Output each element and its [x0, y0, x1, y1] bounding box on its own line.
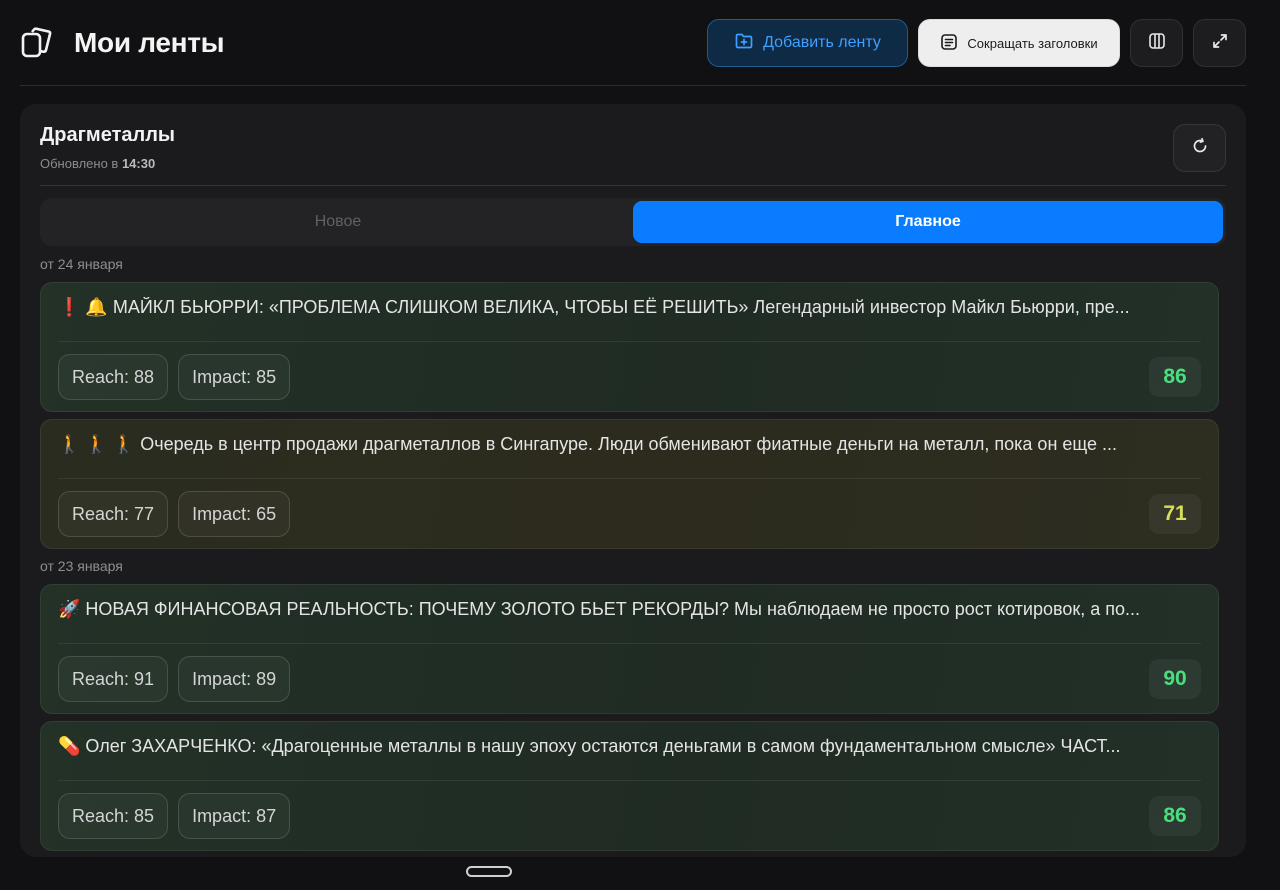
- updated-at: Обновлено в 14:30: [40, 156, 1226, 171]
- news-card[interactable]: 🚶 🚶 🚶 Очередь в центр продажи драгметалл…: [40, 419, 1219, 549]
- reach-chip: Reach: 91: [58, 656, 169, 702]
- refresh-icon: [1191, 137, 1209, 160]
- card-metrics: Reach: 77 Impact: 65: [58, 491, 291, 537]
- reach-chip: Reach: 85: [58, 793, 169, 839]
- feed-panel: Драгметаллы Обновлено в 14:30 Новое Глав…: [20, 104, 1246, 857]
- columns-icon: [1148, 32, 1166, 55]
- score-badge: 90: [1149, 659, 1201, 699]
- score-badge: 86: [1149, 796, 1201, 836]
- refresh-button[interactable]: [1173, 124, 1226, 172]
- reach-chip: Reach: 77: [58, 491, 169, 537]
- news-card[interactable]: 💊 Олег ЗАХАРЧЕНКО: «Драгоценные металлы …: [40, 721, 1219, 851]
- score-badge: 71: [1149, 494, 1201, 534]
- feed-title: Драгметаллы: [40, 124, 175, 146]
- reach-chip: Reach: 88: [58, 354, 169, 400]
- add-feed-label: Добавить ленту: [763, 34, 881, 51]
- tab-main[interactable]: Главное: [633, 201, 1223, 243]
- stacked-cards-icon: [20, 26, 54, 60]
- top-bar: Мои ленты Добавить ленту Сокращать загол…: [20, 16, 1246, 70]
- page-title: Мои ленты: [74, 27, 225, 58]
- expand-icon: [1211, 32, 1229, 55]
- impact-chip: Impact: 65: [178, 491, 291, 537]
- news-text: 🚶 🚶 🚶 Очередь в центр продажи драгметалл…: [58, 434, 1118, 454]
- feed-divider: [40, 185, 1226, 186]
- updated-time: 14:30: [121, 156, 156, 171]
- news-card[interactable]: ❗ 🔔 МАЙКЛ БЬЮРРИ: «ПРОБЛЕМА СЛИШКОМ ВЕЛИ…: [40, 282, 1219, 412]
- home-indicator: [466, 866, 512, 877]
- date-group-label: от 24 января: [40, 256, 123, 272]
- card-divider: [58, 341, 1201, 342]
- feed-header: Драгметаллы Обновлено в 14:30: [40, 124, 1226, 185]
- header-actions: Добавить ленту Сокращать заголовки: [707, 19, 1246, 67]
- add-feed-button[interactable]: Добавить ленту: [707, 19, 908, 67]
- card-metrics: Reach: 85 Impact: 87: [58, 793, 291, 839]
- impact-chip: Impact: 85: [178, 354, 291, 400]
- feed-tabs: Новое Главное: [40, 198, 1226, 246]
- text-lines-icon: [940, 33, 958, 54]
- expand-button[interactable]: [1193, 19, 1246, 67]
- date-group-label: от 23 января: [40, 558, 123, 574]
- tab-new[interactable]: Новое: [43, 201, 633, 243]
- shorten-titles-label: Сокращать заголовки: [967, 35, 1098, 51]
- impact-chip: Impact: 89: [178, 656, 291, 702]
- news-text: 🚀 НОВАЯ ФИНАНСОВАЯ РЕАЛЬНОСТЬ: ПОЧЕМУ ЗО…: [58, 599, 1140, 619]
- impact-chip: Impact: 87: [178, 793, 291, 839]
- card-metrics: Reach: 88 Impact: 85: [58, 354, 291, 400]
- score-badge: 86: [1149, 357, 1201, 397]
- news-text: ❗ 🔔 МАЙКЛ БЬЮРРИ: «ПРОБЛЕМА СЛИШКОМ ВЕЛИ…: [58, 297, 1130, 317]
- card-metrics: Reach: 91 Impact: 89: [58, 656, 291, 702]
- updated-prefix: Обновлено в: [40, 156, 119, 171]
- card-divider: [58, 478, 1201, 479]
- card-divider: [58, 780, 1201, 781]
- columns-button[interactable]: [1130, 19, 1183, 67]
- shorten-titles-button[interactable]: Сокращать заголовки: [918, 19, 1120, 67]
- news-text: 💊 Олег ЗАХАРЧЕНКО: «Драгоценные металлы …: [58, 736, 1121, 756]
- news-card[interactable]: 🚀 НОВАЯ ФИНАНСОВАЯ РЕАЛЬНОСТЬ: ПОЧЕМУ ЗО…: [40, 584, 1219, 714]
- folder-plus-icon: [734, 31, 754, 56]
- header-divider: [20, 85, 1246, 86]
- card-divider: [58, 643, 1201, 644]
